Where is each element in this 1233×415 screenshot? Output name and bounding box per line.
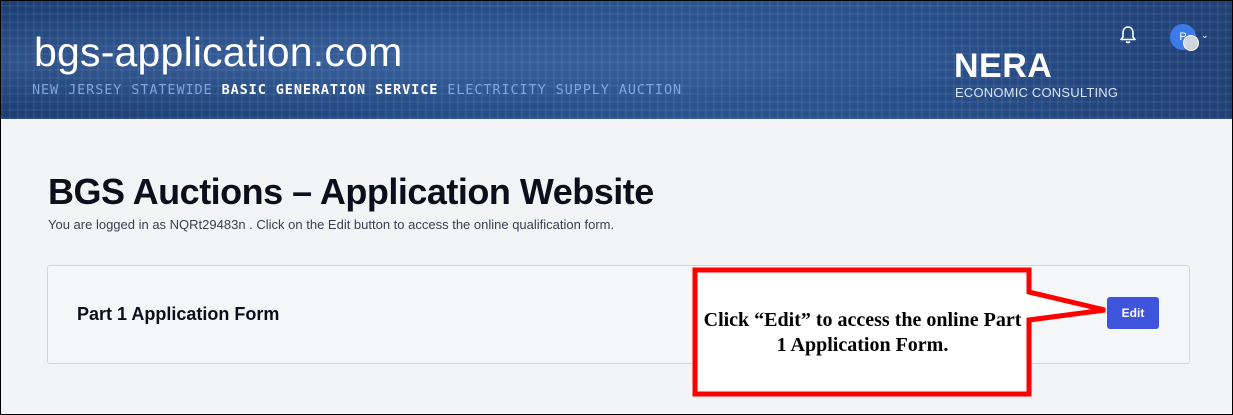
callout-text: Click “Edit” to access the online Part 1… [703, 308, 1022, 356]
callout-shape [692, 267, 1106, 397]
